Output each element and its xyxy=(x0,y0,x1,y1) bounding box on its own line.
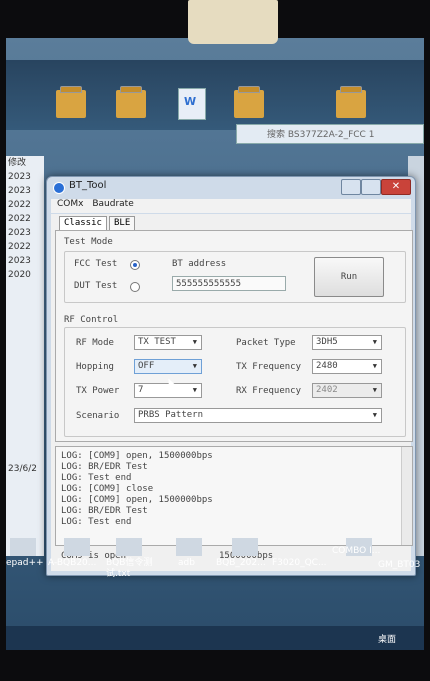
date-cell: 2023 xyxy=(8,228,31,238)
desktop-file-icon[interactable] xyxy=(116,538,142,556)
classic-panel: Test Mode FCC Test DUT Test BT address 5… xyxy=(55,230,413,442)
close-button[interactable]: ✕ xyxy=(381,179,411,195)
title-bar[interactable]: BT_Tool ✕ xyxy=(47,177,415,197)
rf-mode-select[interactable]: TX TEST ▼ xyxy=(134,335,202,350)
log-line: LOG: [COM9] open, 1500000bps xyxy=(61,495,213,505)
tx-frequency-label: TX Frequency xyxy=(236,362,302,372)
log-line: LOG: Test end xyxy=(61,473,132,483)
packet-type-select[interactable]: 3DH5 ▼ xyxy=(312,335,382,350)
scenario-select[interactable]: PRBS Pattern ▼ xyxy=(134,408,382,423)
menu-comx[interactable]: COMx xyxy=(57,199,83,209)
tab-classic[interactable]: Classic xyxy=(59,216,107,231)
app-icon xyxy=(53,182,65,194)
desktop-file-icon[interactable] xyxy=(232,538,258,556)
taskbar: 桌面 xyxy=(6,626,424,650)
log-panel[interactable]: LOG: [COM9] open, 1500000bps LOG: BR/EDR… xyxy=(55,446,413,546)
screen: W 搜索 BS377Z2A-2_FCC 1 修改 2023 2023 2022 … xyxy=(6,38,424,650)
date-cell: 2022 xyxy=(8,242,31,252)
fcc-test-radio[interactable] xyxy=(130,260,140,270)
word-document-icon[interactable]: W xyxy=(178,88,206,120)
tx-frequency-select[interactable]: 2480 ▼ xyxy=(312,359,382,374)
column-header-modified[interactable]: 修改 xyxy=(6,156,44,170)
desktop-label[interactable]: BQB_202... xyxy=(216,558,266,568)
log-scrollbar[interactable] xyxy=(401,447,412,545)
date-cell: 2023 xyxy=(8,172,31,182)
log-line: LOG: [COM9] open, 1500000bps xyxy=(61,451,213,461)
desktop-file-icon[interactable] xyxy=(176,538,202,556)
bt-tool-window: BT_Tool ✕ COMx Baudrate Classic BLE Test… xyxy=(46,176,416,576)
desktop-file-icon[interactable] xyxy=(64,538,90,556)
tx-power-label: TX Power xyxy=(76,386,120,396)
date-cell: 2023 xyxy=(8,186,31,196)
hopping-select[interactable]: OFF ▼ xyxy=(134,359,202,374)
date-cell: 2023 xyxy=(8,256,31,266)
client-area: Classic BLE Test Mode FCC Test DUT Test … xyxy=(51,214,413,571)
log-line: LOG: [COM9] close xyxy=(61,484,154,494)
desktop-label[interactable]: GM_BT03 xyxy=(378,560,420,570)
desktop-label[interactable]: A-BQB20... xyxy=(48,558,96,568)
window-title: BT_Tool xyxy=(69,180,107,191)
rx-frequency-select[interactable]: 2402 ▼ xyxy=(312,383,382,398)
run-button[interactable]: Run xyxy=(314,257,384,297)
rf-control-label: RF Control xyxy=(64,315,119,325)
dut-test-label: DUT Test xyxy=(74,281,118,291)
rx-frequency-label: RX Frequency xyxy=(236,386,302,396)
maximize-button[interactable] xyxy=(361,179,381,195)
desktop-label[interactable]: adb xyxy=(178,558,195,568)
desktop-label[interactable]: BQB信令测试.txt xyxy=(106,558,154,580)
hopping-label: Hopping xyxy=(76,362,114,372)
test-mode-label: Test Mode xyxy=(64,237,113,247)
explorer-ribbon: W xyxy=(6,60,424,130)
fcc-test-label: FCC Test xyxy=(74,259,118,269)
desktop-label[interactable]: epad++ xyxy=(6,558,44,568)
date-cell: 2022 xyxy=(8,200,31,210)
tab-ble[interactable]: BLE xyxy=(109,216,136,231)
bt-address-label: BT address xyxy=(172,259,227,269)
menu-bar: COMx Baudrate xyxy=(51,199,411,213)
search-box[interactable]: 搜索 BS377Z2A-2_FCC 1 xyxy=(236,124,424,144)
paper-sticker xyxy=(188,0,278,44)
folder-icon[interactable] xyxy=(336,86,366,118)
packet-type-label: Packet Type xyxy=(236,338,296,348)
desktop-label[interactable]: F3020_QC... xyxy=(272,558,327,568)
folder-icon[interactable] xyxy=(116,86,146,118)
bt-address-input[interactable]: 555555555555 xyxy=(172,276,286,291)
rf-mode-label: RF Mode xyxy=(76,338,114,348)
date-cell-partial: 23/6/2 xyxy=(8,464,37,474)
log-line: LOG: BR/EDR Test xyxy=(61,506,148,516)
log-line: LOG: Test end xyxy=(61,517,132,527)
file-list-pane: 修改 2023 2023 2022 2022 2023 2022 2023 20… xyxy=(6,156,44,556)
desktop-file-icon[interactable] xyxy=(10,538,36,556)
folder-icon[interactable] xyxy=(56,86,86,118)
menu-baudrate[interactable]: Baudrate xyxy=(92,199,133,209)
folder-icon[interactable] xyxy=(234,86,264,118)
tray-desktop-label[interactable]: 桌面 xyxy=(378,632,396,645)
date-cell: 2022 xyxy=(8,214,31,224)
date-cell: 2020 xyxy=(8,270,31,280)
log-line: LOG: BR/EDR Test xyxy=(61,462,148,472)
scenario-label: Scenario xyxy=(76,411,120,421)
desktop-label[interactable]: COMBO I... xyxy=(332,546,380,556)
dut-test-radio[interactable] xyxy=(130,282,140,292)
minimize-button[interactable] xyxy=(341,179,361,195)
